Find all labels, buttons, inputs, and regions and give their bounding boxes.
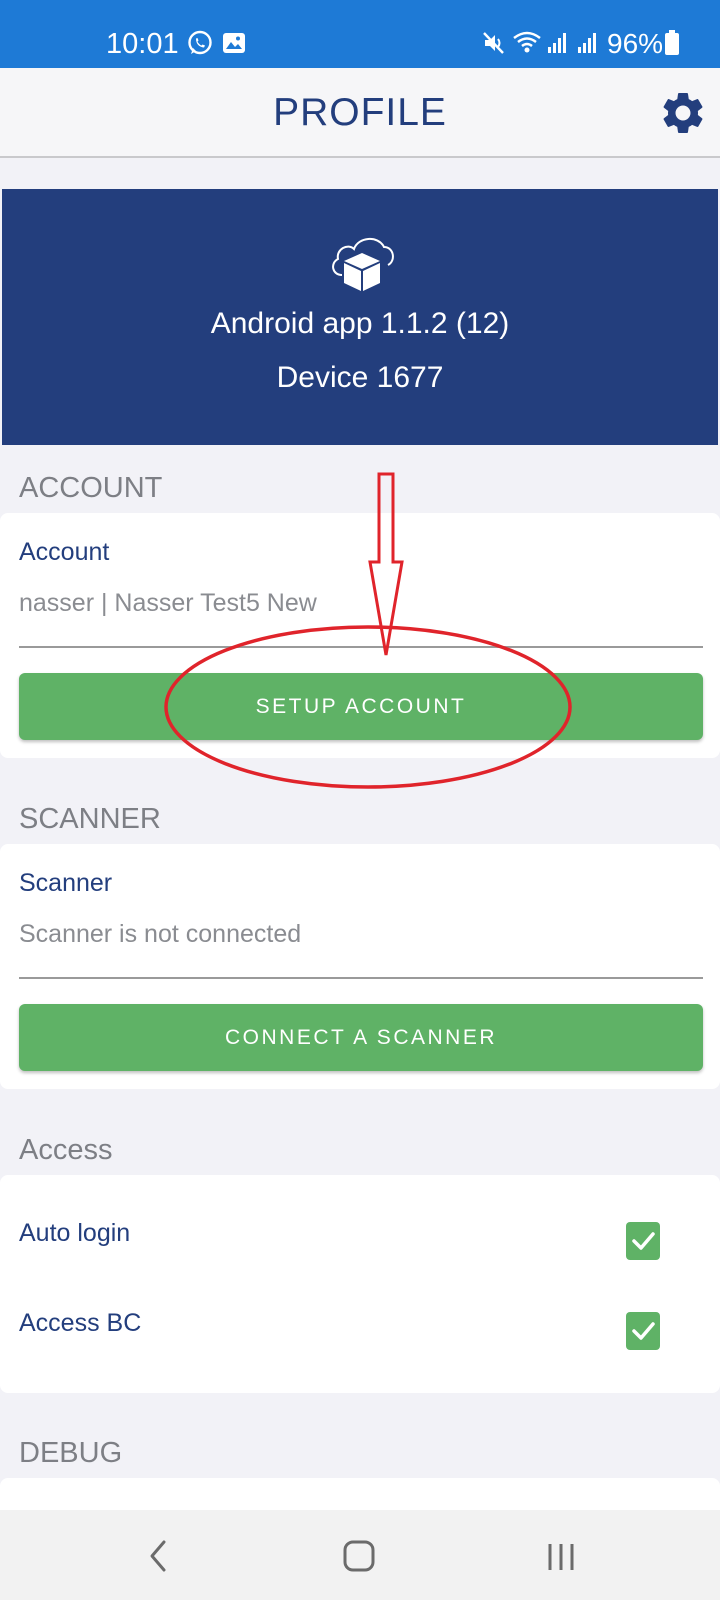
signal-icon — [548, 33, 566, 53]
page-title: PROFILE — [273, 91, 447, 134]
gear-icon[interactable] — [658, 88, 708, 138]
access-card: Auto login Access BC — [0, 1175, 720, 1393]
whatsapp-icon — [188, 30, 212, 55]
scanner-field-underline — [19, 977, 703, 979]
gallery-icon — [223, 33, 245, 53]
auto-login-checkbox[interactable] — [626, 1222, 660, 1260]
battery-percentage: 96% — [607, 28, 664, 59]
checkmark-icon — [632, 1232, 655, 1250]
app-info-banner: Android app 1.1.2 (12) Device 1677 — [2, 189, 718, 445]
app-version: Android app 1.1.2 (12) — [210, 307, 510, 340]
setup-account-button[interactable]: SETUP ACCOUNT — [19, 673, 703, 740]
mute-icon — [483, 32, 504, 54]
status-bar: 10:01 96% — [0, 0, 720, 68]
device-id: Device 1677 — [276, 361, 444, 394]
section-title-debug: DEBUG — [19, 1437, 123, 1469]
access-bc-label: Access BC — [19, 1309, 142, 1337]
back-icon[interactable] — [146, 1536, 170, 1576]
account-field-value[interactable]: nasser | Nasser Test5 New — [19, 587, 317, 619]
system-nav-bar — [0, 1510, 720, 1600]
scanner-card: Scanner Scanner is not connected CONNECT… — [0, 844, 720, 1089]
checkmark-icon — [632, 1322, 655, 1340]
section-title-account: ACCOUNT — [19, 472, 163, 504]
home-icon[interactable] — [342, 1536, 378, 1576]
account-card: Account nasser | Nasser Test5 New SETUP … — [0, 513, 720, 758]
account-field-label: Account — [19, 538, 110, 566]
connect-scanner-button[interactable]: CONNECT A SCANNER — [19, 1004, 703, 1071]
battery-icon — [665, 30, 679, 55]
account-field-underline — [19, 646, 703, 648]
access-bc-checkbox[interactable] — [626, 1312, 660, 1350]
status-time: 10:01 — [106, 28, 179, 60]
scanner-field-value: Scanner is not connected — [19, 920, 302, 948]
auto-login-label: Auto login — [19, 1219, 131, 1247]
section-title-access: Access — [19, 1134, 113, 1166]
section-title-scanner: SCANNER — [19, 803, 161, 835]
signal-icon-2 — [578, 33, 596, 53]
scanner-field-label: Scanner — [19, 869, 113, 897]
recent-apps-icon[interactable] — [546, 1536, 578, 1576]
cloud-box-icon — [332, 238, 394, 291]
app-header: PROFILE — [0, 68, 720, 158]
wifi-icon — [513, 31, 541, 53]
